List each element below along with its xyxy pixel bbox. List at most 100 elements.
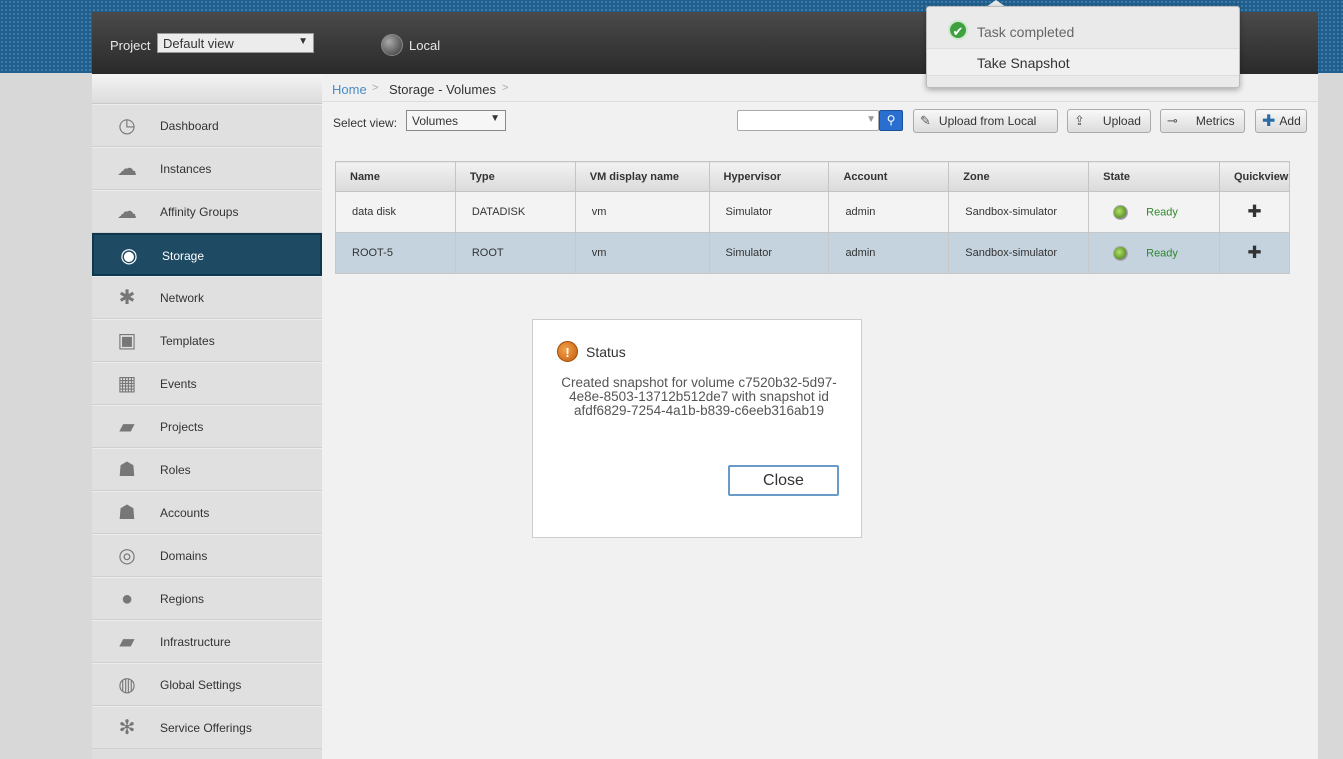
column-header[interactable]: Account [828,161,950,192]
notification-task-label: Take Snapshot [977,55,1070,71]
sidebar-item-domains[interactable]: ◎ Domains [92,534,322,577]
zone-label: Local [409,37,441,53]
sidebar-item-label: Projects [160,420,204,434]
storage-icon: ◉ [120,245,138,267]
upload-from-local-button[interactable]: ✎ Upload from Local [913,109,1058,133]
infrastructure-icon: ▰ [119,631,135,653]
cell-account: admin [828,191,950,233]
sidebar-item-label: Instances [160,162,212,176]
breadcrumb-current[interactable]: Storage - Volumes [389,82,496,97]
affinity-groups-icon: ☁ [117,201,137,223]
add-button[interactable]: ✚ Add [1255,109,1307,133]
warning-icon: ! [557,341,578,362]
column-header[interactable]: Type [454,161,576,192]
table-row[interactable]: ROOT-5 ROOT vm Simulator admin Sandbox-simula… [335,232,1291,274]
sidebar-item-global-settings[interactable]: ◍ Global Settings [92,663,322,706]
filter-dropdown-icon[interactable]: ▼ [866,114,876,125]
sidebar-item-accounts[interactable]: ☗ Accounts [92,491,322,534]
table-header-row: Name Type VM display name Hypervisor Account… [335,161,1291,192]
notification-popup[interactable]: ✔ Task completed Take Snapshot [926,6,1240,88]
sidebar-item-templates[interactable]: ▣ Templates [92,319,322,362]
global-settings-icon: ◍ [118,674,136,696]
cell-state: Ready [1088,191,1220,233]
project-select[interactable]: Default view ▼ [157,33,314,53]
sidebar-item-affinity-groups[interactable]: ☁ Affinity Groups [92,190,322,233]
column-header[interactable]: State [1088,161,1220,192]
sidebar-item-infrastructure[interactable]: ▰ Infrastructure [92,620,322,663]
metrics-button[interactable]: ⊸ Metrics [1160,109,1245,133]
cell-account: admin [828,232,950,274]
sidebar-item-storage[interactable]: ◉ Storage [92,233,322,276]
cell-hypervisor: Simulator [708,191,830,233]
upload-label: Upload [1102,114,1141,128]
plus-icon: ✚ [1262,113,1276,130]
sidebar-item-label: Global Settings [160,678,242,692]
sidebar-item-label: Regions [160,592,205,606]
quickview-plus-icon[interactable]: ✚ [1218,191,1291,233]
sidebar-item-regions[interactable]: ● Regions [92,577,322,620]
globe-icon: ● [120,588,134,610]
volumes-table: Name Type VM display name Hypervisor Account… [335,161,1291,274]
sidebar-item-network[interactable]: ✱ Network [92,276,322,319]
sidebar-item-label: Dashboard [160,119,219,133]
users-icon: ☗ [118,459,136,481]
project-select-value: Default view [163,36,234,51]
table-row[interactable]: data disk DATADISK vm Simulator admin Sandbox… [335,191,1291,233]
cell-state: Ready [1088,232,1220,274]
cell-zone: Sandbox-simulator [948,232,1090,274]
status-text: Ready [1146,246,1178,259]
templates-icon: ▣ [117,330,137,352]
column-header[interactable]: Quickview [1218,161,1291,192]
upload-from-local-label: Upload from Local [938,114,1037,128]
column-header[interactable]: VM display name [574,161,710,192]
sidebar-item-label: Infrastructure [160,635,231,649]
breadcrumb-home[interactable]: Home [332,82,367,97]
sidebar: ◷ Dashboard ☁ Instances ☁ Affinity Groups ◉ Sto… [92,74,322,759]
upload-button[interactable]: ⇪ Upload [1067,109,1151,133]
sidebar-item-instances[interactable]: ☁ Instances [92,147,322,190]
user-icon: ☗ [118,502,136,524]
cell-type: ROOT [454,232,576,274]
select-view-label: Select view: [333,116,398,130]
sidebar-item-label: Service Offerings [160,721,252,735]
notification-task-item[interactable]: Take Snapshot [927,48,1239,76]
column-header[interactable]: Name [335,161,456,192]
sidebar-item-roles[interactable]: ☗ Roles [92,448,322,491]
dialog-message: Created snapshot for volume c7520b32-5d9… [561,375,837,418]
domains-icon: ◎ [118,545,136,567]
sidebar-header [92,74,322,104]
sidebar-item-label: Affinity Groups [160,205,239,219]
sidebar-item-label: Accounts [160,506,210,520]
chevron-down-icon: ▼ [490,113,500,124]
sidebar-item-events[interactable]: ▦ Events [92,362,322,405]
sidebar-item-label: Storage [162,249,205,263]
cell-name: ROOT-5 [335,232,456,274]
breadcrumb-separator: > [502,82,509,94]
folder-icon: ▰ [119,416,135,438]
zone-indicator[interactable]: Local [381,34,440,56]
cell-vm: vm [574,232,710,274]
column-header[interactable]: Zone [948,161,1090,192]
toolbar: Select view: Volumes ▼ ▼ ⚲ ✎ Upload from… [322,102,1318,142]
status-text: Ready [1146,205,1178,218]
select-view-dropdown[interactable]: Volumes ▼ [406,110,506,131]
breadcrumb-separator: > [372,82,379,94]
cell-vm: vm [574,191,710,233]
metrics-icon: ⊸ [1167,113,1178,128]
search-button[interactable]: ⚲ [879,110,903,131]
quickview-plus-icon[interactable]: ✚ [1218,232,1291,274]
sidebar-nav: ◷ Dashboard ☁ Instances ☁ Affinity Groups ◉ Sto… [92,104,322,749]
chevron-down-icon: ▼ [298,36,308,47]
cell-type: DATADISK [454,191,576,233]
sidebar-item-service-offerings[interactable]: ✻ Service Offerings [92,706,322,749]
sidebar-item-projects[interactable]: ▰ Projects [92,405,322,448]
search-input[interactable]: ▼ [737,110,879,131]
select-view-value: Volumes [412,114,459,128]
sidebar-item-label: Events [160,377,197,391]
column-header[interactable]: Hypervisor [708,161,830,192]
cell-zone: Sandbox-simulator [948,191,1090,233]
close-button[interactable]: Close [728,465,839,496]
sidebar-item-dashboard[interactable]: ◷ Dashboard [92,104,322,147]
dashboard-icon: ◷ [118,115,136,137]
sidebar-item-label: Network [160,291,205,305]
